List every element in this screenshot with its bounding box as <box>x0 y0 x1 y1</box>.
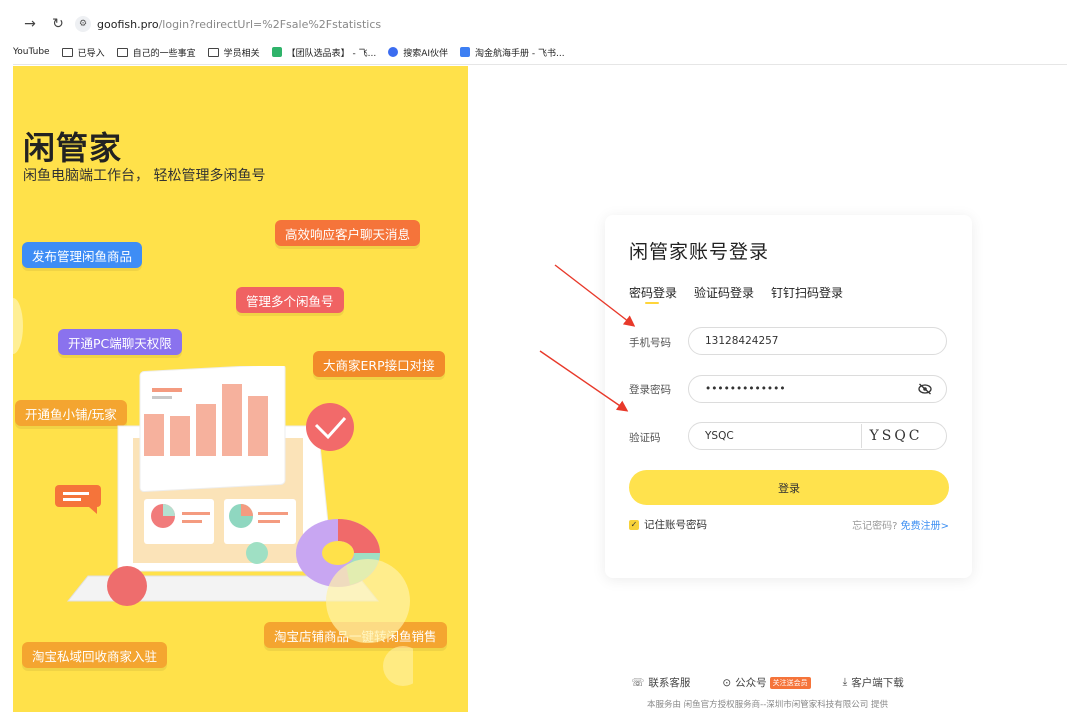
login-card: 闲管家账号登录 密码登录 验证码登录 钉钉扫码登录 手机号码 131284242… <box>605 215 972 578</box>
browser-window: → ↻ ⚙ goofish.pro/login?redirectUrl=%2Fs… <box>0 0 1080 725</box>
bookmark-team-sheet[interactable]: 【团队选品表】 - 飞... <box>271 46 377 59</box>
login-tabs: 密码登录 验证码登录 钉钉扫码登录 <box>629 284 860 304</box>
feature-tag: 发布管理闲鱼商品 <box>22 242 143 268</box>
url-path: /login?redirectUrl=%2Fsale%2Fstatistics <box>158 17 382 31</box>
brand-subtitle: 闲鱼电脑端工作台， 轻松管理多闲鱼号 <box>23 168 266 184</box>
footer-links: ☏ 联系客服 ⊙ 公众号 关注送会员 ⤓ 客户端下载 <box>468 675 1067 690</box>
captcha-image[interactable]: YSQC <box>861 424 930 448</box>
register-link[interactable]: 免费注册> <box>901 521 949 532</box>
captcha-label: 验证码 <box>629 432 661 444</box>
bookmark-label: 自己的一些事宜 <box>132 48 196 59</box>
bookmark-label: 【团队选品表】 - 飞... <box>286 48 377 59</box>
checkbox-checked-icon: ✓ <box>629 519 639 530</box>
download-icon: ⤓ <box>842 676 848 688</box>
phone-value: 13128424257 <box>705 335 779 347</box>
bookmark-label: 淘金航海手册 - 飞书... <box>475 48 565 59</box>
bookmark-label: 学员相关 <box>223 48 260 59</box>
headset-icon: ☏ <box>631 676 645 689</box>
captcha-value: YSQC <box>705 430 734 442</box>
feature-tag: 管理多个闲鱼号 <box>236 287 344 313</box>
brand-title: 闲管家 <box>23 129 123 167</box>
login-title: 闲管家账号登录 <box>629 241 770 263</box>
eye-hidden-icon[interactable] <box>918 383 932 395</box>
bookmark-folder-students[interactable]: 学员相关 <box>207 46 260 59</box>
site-settings-icon[interactable]: ⚙ <box>75 16 91 32</box>
check-badge-icon <box>306 403 354 451</box>
promo-panel: 闲管家 闲鱼电脑端工作台， 轻松管理多闲鱼号 高效响应客户聊天消息 发布管理闲鱼… <box>13 66 468 712</box>
tab-code-login[interactable]: 验证码登录 <box>694 284 754 301</box>
url-host: goofish.pro <box>97 17 159 31</box>
password-input[interactable]: ••••••••••••• <box>688 375 947 403</box>
bookmark-handbook[interactable]: 淘金航海手册 - 飞书... <box>460 46 565 59</box>
login-button[interactable]: 登录 <box>629 470 949 505</box>
sphere-decoration <box>107 566 147 606</box>
sphere-decoration <box>246 542 268 564</box>
account-links: 忘记密码? 免费注册> <box>852 517 949 532</box>
folder-icon <box>116 47 128 57</box>
bookmark-label: YouTube <box>13 47 50 57</box>
support-label: 联系客服 <box>648 677 691 689</box>
remember-label: 记住账号密码 <box>644 519 707 531</box>
promo-badge: 关注送会员 <box>769 676 811 689</box>
copyright-text: 本服务由 闲鱼官方授权服务商--深圳市闲管家科技有限公司 提供 <box>646 700 889 710</box>
sheet-icon <box>271 47 282 57</box>
captcha-input[interactable]: YSQC YSQC <box>688 422 947 450</box>
remember-checkbox[interactable]: ✓ 记住账号密码 <box>629 517 707 532</box>
chat-bubble-icon <box>55 485 101 514</box>
bookmark-label: 已导入 <box>77 48 105 59</box>
annotation-arrows <box>539 264 636 412</box>
sphere-decoration <box>13 298 23 354</box>
bookmark-label: 搜索AI伙伴 <box>403 48 449 59</box>
bookmark-folder-personal[interactable]: 自己的一些事宜 <box>116 46 196 59</box>
bookmark-ai-search[interactable]: 搜索AI伙伴 <box>388 46 448 59</box>
feature-tag: 高效响应客户聊天消息 <box>275 220 421 246</box>
feature-tag: 淘宝私域回收商家入驻 <box>22 642 168 668</box>
support-link[interactable]: ☏ 联系客服 <box>631 675 690 690</box>
ai-icon <box>388 47 399 57</box>
forgot-password-link[interactable]: 忘记密码? <box>852 521 897 532</box>
doc-icon <box>460 47 471 57</box>
feature-tag: 开通PC端聊天权限 <box>58 329 182 355</box>
reload-icon[interactable]: ↻ <box>47 13 69 35</box>
official-label: 公众号 <box>735 677 767 689</box>
bookmark-folder-imported[interactable]: 已导入 <box>61 46 105 59</box>
folder-icon <box>61 47 73 57</box>
download-label: 客户端下载 <box>851 677 904 689</box>
glow-decoration <box>326 559 413 686</box>
tab-dingtalk-login[interactable]: 钉钉扫码登录 <box>771 284 843 301</box>
url-field[interactable]: ⚙ goofish.pro/login?redirectUrl=%2Fsale%… <box>75 13 381 35</box>
forward-icon[interactable]: → <box>19 13 41 35</box>
captcha-image-text: YSQC <box>869 428 923 444</box>
folder-icon <box>207 47 219 57</box>
bookmarks-bar: YouTube 已导入 自己的一些事宜 学员相关 【团队选品表】 - 飞... … <box>13 40 1067 65</box>
phone-input[interactable]: 13128424257 <box>688 327 947 355</box>
password-value: ••••••••••••• <box>705 383 786 395</box>
official-account-link[interactable]: ⊙ 公众号 关注送会员 <box>722 675 811 690</box>
address-bar: → ↻ ⚙ goofish.pro/login?redirectUrl=%2Fs… <box>13 10 1067 38</box>
official-account-icon: ⊙ <box>722 676 732 689</box>
bookmark-youtube[interactable]: YouTube <box>13 47 50 57</box>
download-link[interactable]: ⤓ 客户端下载 <box>843 675 904 690</box>
